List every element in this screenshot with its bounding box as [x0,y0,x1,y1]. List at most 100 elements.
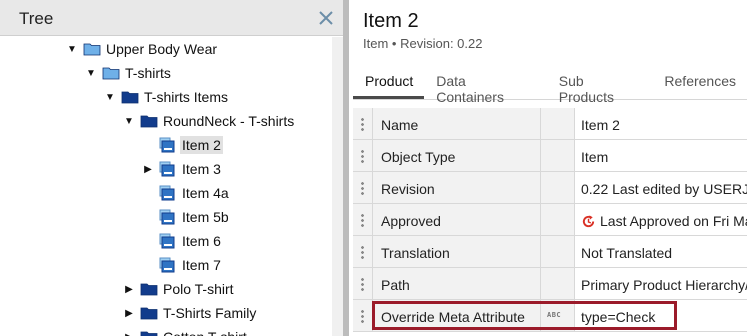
tree-scrollbar[interactable] [332,37,343,336]
attribute-type-cell [541,108,575,139]
tab-references[interactable]: References [652,66,747,99]
tree-node[interactable]: ▶ Polo T-shirt [123,278,236,300]
expand-arrow-icon[interactable]: ▶ [123,331,135,336]
attribute-value[interactable]: type=Check [575,300,747,331]
tree-node-label: Item 7 [182,257,221,273]
collapse-arrow-icon[interactable]: ▼ [123,115,135,127]
attribute-type-cell [541,204,575,235]
close-icon[interactable] [316,8,336,28]
tree-node-label: T-shirts [125,65,171,81]
folder-icon [140,114,158,128]
attribute-row-approved: Approved Last Approved on Fri Ma [353,204,747,236]
item-title: Item 2 [363,10,419,32]
tree-node-label: Polo T-shirt [163,281,234,297]
attribute-row-revision: Revision 0.22 Last edited by USERJ [353,172,747,204]
attribute-name: Revision [373,172,541,203]
object-type-label: Item [363,36,389,51]
tree-node-label: Cotton T-shirt [161,328,249,336]
tree-node[interactable]: Item 4a [142,182,231,204]
item-subtitle: Item • Revision: 0.22 [363,36,482,51]
product-icon [159,161,175,177]
attribute-row-path: Path Primary Product Hierarchy/ [353,268,747,300]
attribute-name: Name [373,108,541,139]
tree-node[interactable]: Item 2 [142,134,223,156]
attribute-type-cell [541,140,575,171]
collapse-arrow-icon[interactable]: ▼ [104,91,116,103]
attribute-value[interactable]: Not Translated [575,236,747,267]
attribute-type-cell [541,268,575,299]
drag-handle-icon[interactable] [353,108,373,139]
folder-icon [140,330,158,336]
revision-label: Revision: 0.22 [400,36,483,51]
tree-node[interactable]: ▶ Item 3 [142,158,223,180]
drag-handle-icon[interactable] [353,300,373,331]
approved-text: Last Approved on Fri Ma [600,213,747,229]
bullet-separator: • [391,36,401,51]
folder-icon [121,90,139,104]
details-panel: Item 2 Item • Revision: 0.22 Product Dat… [349,0,747,336]
collapse-arrow-icon[interactable]: ▼ [85,67,97,79]
tab-data-containers[interactable]: Data Containers [424,66,546,105]
attribute-type-cell: ABC [541,300,575,331]
attribute-type-cell [541,172,575,203]
tree-node[interactable]: ▼ T-shirts [85,62,173,84]
tree-node-label: Item 5b [182,209,229,225]
drag-handle-icon[interactable] [353,236,373,267]
tree-node[interactable]: ▶ Cotton T-shirt [123,326,249,336]
tree-node[interactable]: ▼ T-shirts Items [104,86,230,108]
tree-node[interactable]: Item 6 [142,230,223,252]
drag-handle-icon[interactable] [353,204,373,235]
attribute-type-cell [541,236,575,267]
tree-node-label: RoundNeck - T-shirts [163,113,295,129]
collapse-arrow-icon[interactable]: ▼ [66,43,78,55]
folder-icon [140,306,158,320]
product-icon [159,185,175,201]
drag-handle-icon[interactable] [353,140,373,171]
tree-node-label: Upper Body Wear [106,41,218,57]
tree-node-label: Item 4a [182,185,229,201]
tree-panel: Tree ▼ Upper Body Wear ▼ T-shirts ▼ T-shirts … [0,0,343,336]
attribute-value[interactable]: Item 2 [575,108,747,139]
tree-node[interactable]: ▶ T-Shirts Family [123,302,258,324]
product-icon [159,137,175,153]
expand-arrow-icon[interactable]: ▶ [123,307,135,319]
attribute-name: Object Type [373,140,541,171]
product-icon [159,257,175,273]
tab-sub-products[interactable]: Sub Products [547,66,653,105]
attribute-value[interactable]: Primary Product Hierarchy/ [575,268,747,299]
tree-node-label: T-shirts Items [144,89,229,105]
expand-arrow-icon[interactable]: ▶ [142,163,154,175]
tree-node[interactable]: Item 7 [142,254,223,276]
attribute-row-translation: Translation Not Translated [353,236,747,268]
tree-node[interactable]: Item 5b [142,206,231,228]
tab-product[interactable]: Product [353,66,425,99]
tree-node-label: T-Shirts Family [163,305,257,321]
folder-open-icon [83,42,101,56]
attribute-name: Approved [373,204,541,235]
attribute-name: Path [373,268,541,299]
tree-node-label: Item 3 [182,161,221,177]
tree-node-label: Item 2 [180,136,223,154]
attribute-value[interactable]: Item [575,140,747,171]
attribute-name: Override Meta Attribute [373,300,541,331]
expand-arrow-icon[interactable]: ▶ [123,283,135,295]
drag-handle-icon[interactable] [353,172,373,203]
tree-node-label: Item 6 [182,233,221,249]
attribute-row-override-meta: Override Meta Attribute ABC type=Check [353,300,747,332]
tree-header: Tree [0,0,343,36]
product-icon [159,233,175,249]
tree-node[interactable]: ▼ RoundNeck - T-shirts [123,110,296,132]
tree-node[interactable]: ▼ Upper Body Wear [66,38,219,60]
attribute-value[interactable]: 0.22 Last edited by USERJ [575,172,747,203]
attribute-row-object-type: Object Type Item [353,140,747,172]
text-type-icon: ABC [547,311,562,319]
drag-handle-icon[interactable] [353,268,373,299]
product-icon [159,209,175,225]
refresh-red-icon [581,214,596,232]
attribute-value[interactable]: Last Approved on Fri Ma [575,204,747,235]
